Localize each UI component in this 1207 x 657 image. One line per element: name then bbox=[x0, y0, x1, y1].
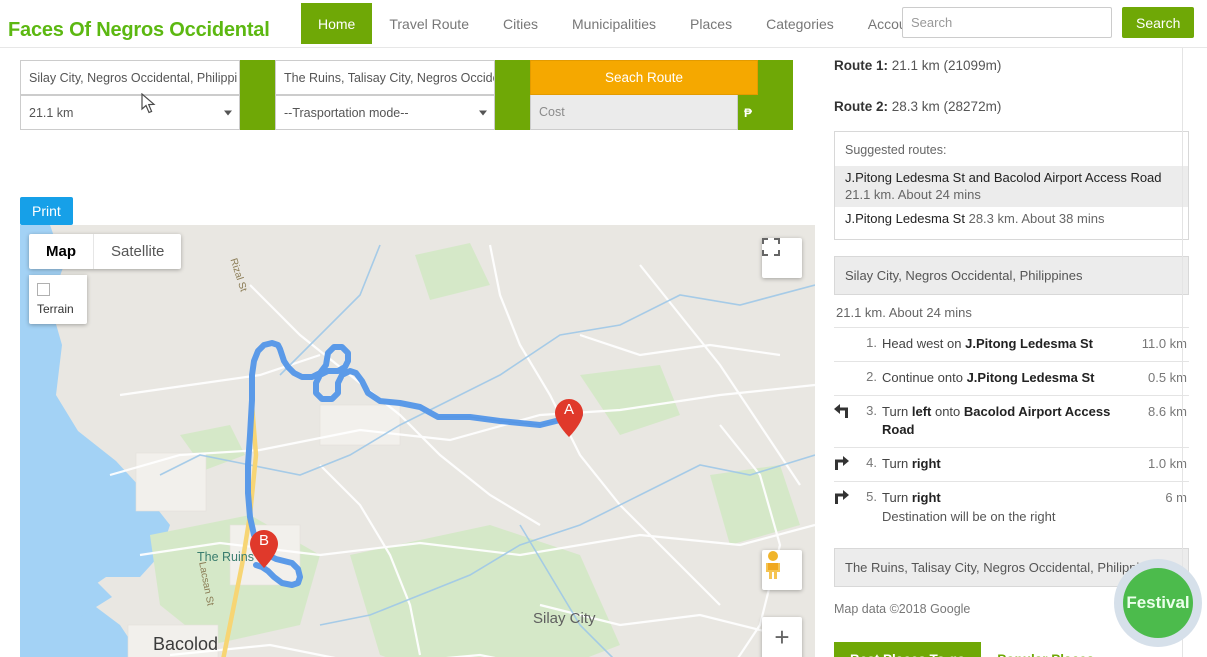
direction-step-3[interactable]: 3. Turn left onto Bacolod Airport Access… bbox=[834, 396, 1189, 449]
action-group: Seach Route ₱ bbox=[530, 60, 758, 130]
step-5-distance: 6 m bbox=[1165, 490, 1187, 506]
direction-step-2[interactable]: 2. Continue onto J.Pitong Ledesma St 0.5… bbox=[834, 362, 1189, 396]
fullscreen-button[interactable] bbox=[762, 238, 802, 278]
fullscreen-icon bbox=[762, 238, 780, 256]
step-1-text: Head west on J.Pitong Ledesma St bbox=[882, 335, 1093, 351]
step-4-number: 4. bbox=[866, 455, 877, 471]
direction-step-5[interactable]: 5. Turn right Destination will be on the … bbox=[834, 482, 1189, 534]
festival-badge-inner: Festival bbox=[1123, 568, 1193, 638]
suggested-route-2-name: J.Pitong Ledesma St bbox=[845, 210, 965, 226]
map-type-map-button[interactable]: Map bbox=[29, 234, 93, 269]
destination-group: The Ruins, Talisay City, Negros Occide -… bbox=[275, 60, 495, 130]
bottom-tabs: Best Places To go Popular Places bbox=[834, 641, 1189, 657]
top-navbar: Faces Of Negros Occidental Home Travel R… bbox=[0, 0, 1207, 48]
form-divider-1 bbox=[240, 60, 275, 130]
origin-distance-value: 21.1 km bbox=[29, 105, 74, 120]
route-summary-line: 21.1 km. About 24 mins bbox=[836, 304, 972, 320]
direction-step-1[interactable]: 1. Head west on J.Pitong Ledesma St 11.0… bbox=[834, 328, 1189, 362]
direction-step-4[interactable]: 4. Turn right 1.0 km bbox=[834, 448, 1189, 483]
nav-item-travel-route[interactable]: Travel Route bbox=[372, 3, 486, 44]
pegman-icon bbox=[766, 551, 780, 579]
nav-item-home[interactable]: Home bbox=[301, 3, 373, 44]
origin-distance-select[interactable]: 21.1 km bbox=[20, 95, 240, 130]
origin-input[interactable]: Silay City, Negros Occidental, Philippi bbox=[20, 60, 240, 95]
step-2-text: Continue onto J.Pitong Ledesma St bbox=[882, 369, 1095, 385]
step-1-distance: 11.0 km bbox=[1141, 335, 1187, 351]
nav-item-municipalities[interactable]: Municipalities bbox=[555, 3, 673, 44]
step-2-number: 2. bbox=[866, 368, 877, 384]
step-5-text: Turn right Destination will be on the rig… bbox=[882, 489, 1165, 527]
origin-address-box: Silay City, Negros Occidental, Philippin… bbox=[834, 255, 1189, 295]
map-canvas[interactable]: Silay City Talisay City Bacolod The Ruin… bbox=[20, 225, 815, 657]
form-divider-2 bbox=[495, 60, 530, 130]
nav-item-places[interactable]: Places bbox=[673, 3, 749, 44]
nav-item-categories[interactable]: Categories bbox=[749, 3, 851, 44]
step-3-number: 3. bbox=[866, 402, 877, 418]
chevron-down-icon bbox=[224, 110, 232, 115]
nav-item-cities[interactable]: Cities bbox=[486, 3, 555, 44]
form-divider-3 bbox=[758, 60, 793, 130]
step-icon-placeholder bbox=[834, 369, 860, 370]
print-button[interactable]: Print bbox=[20, 197, 73, 225]
left-column: Silay City, Negros Occidental, Philippi … bbox=[0, 48, 820, 657]
transport-mode-value: --Trasportation mode-- bbox=[284, 105, 409, 120]
map-type-control: Map Satellite bbox=[29, 234, 182, 269]
mouse-cursor bbox=[141, 93, 156, 114]
directions-steps-list: 1. Head west on J.Pitong Ledesma St 11.0… bbox=[834, 326, 1189, 534]
step-4-text: Turn right bbox=[882, 456, 941, 472]
street-view-pegman[interactable] bbox=[762, 550, 802, 590]
search-route-button[interactable]: Seach Route bbox=[530, 60, 758, 95]
turn-right-icon bbox=[834, 455, 860, 473]
suggested-route-item-1[interactable]: J.Pitong Ledesma St and Bacolod Airport … bbox=[835, 166, 1188, 207]
destination-input[interactable]: The Ruins, Talisay City, Negros Occide bbox=[275, 60, 495, 95]
cost-input[interactable] bbox=[530, 95, 738, 130]
route-search-form: Silay City, Negros Occidental, Philippi … bbox=[20, 60, 793, 130]
chevron-down-icon bbox=[479, 110, 487, 115]
step-icon-placeholder bbox=[834, 335, 860, 336]
route-1-label: Route 1: bbox=[834, 58, 888, 73]
suggested-routes-box: Suggested routes: J.Pitong Ledesma St an… bbox=[834, 131, 1189, 240]
terrain-checkbox[interactable] bbox=[37, 283, 50, 296]
suggested-route-item-2[interactable]: J.Pitong Ledesma St 28.3 km. About 38 mi… bbox=[835, 207, 1188, 230]
route-1-value: 21.1 km (21099m) bbox=[891, 58, 1002, 73]
search-input[interactable] bbox=[902, 7, 1112, 38]
route-1-summary: Route 1: 21.1 km (21099m) bbox=[834, 58, 1189, 73]
map-type-satellite-button[interactable]: Satellite bbox=[93, 234, 181, 269]
header-search: Search bbox=[902, 7, 1195, 38]
turn-right-icon bbox=[834, 489, 860, 507]
step-1-number: 1. bbox=[866, 334, 877, 350]
step-5-subtext: Destination will be on the right bbox=[882, 508, 1056, 524]
cost-row: ₱ bbox=[530, 95, 758, 130]
route-2-value: 28.3 km (28272m) bbox=[891, 99, 1002, 114]
festival-badge-label: Festival bbox=[1126, 593, 1190, 612]
suggested-route-2-detail: 28.3 km. About 38 mins bbox=[968, 210, 1105, 226]
step-5-number: 5. bbox=[866, 489, 877, 505]
origin-group: Silay City, Negros Occidental, Philippi … bbox=[20, 60, 240, 130]
zoom-control: + − bbox=[762, 617, 802, 657]
search-button[interactable]: Search bbox=[1122, 7, 1195, 38]
page-root: Faces Of Negros Occidental Home Travel R… bbox=[0, 0, 1207, 657]
tab-best-places-to-go[interactable]: Best Places To go bbox=[834, 641, 982, 657]
peso-currency-icon: ₱ bbox=[738, 95, 758, 130]
transport-mode-select[interactable]: --Trasportation mode-- bbox=[275, 95, 495, 130]
map-tiles bbox=[20, 225, 815, 657]
suggested-route-1-name: J.Pitong Ledesma St and Bacolod Airport … bbox=[845, 170, 1162, 185]
turn-left-icon bbox=[834, 403, 860, 421]
main-navigation: Home Travel Route Cities Municipalities … bbox=[301, 0, 935, 47]
festival-badge[interactable]: Festival bbox=[1114, 559, 1202, 647]
tab-popular-places[interactable]: Popular Places bbox=[981, 642, 1110, 657]
suggested-route-1-detail: 21.1 km. About 24 mins bbox=[845, 187, 981, 203]
suggested-routes-title: Suggested routes: bbox=[845, 143, 947, 157]
terrain-option: Terrain bbox=[29, 275, 87, 324]
site-brand[interactable]: Faces Of Negros Occidental bbox=[8, 19, 270, 42]
zoom-in-button[interactable]: + bbox=[762, 617, 802, 657]
route-2-summary: Route 2: 28.3 km (28272m) bbox=[834, 99, 1189, 114]
terrain-label: Terrain bbox=[37, 302, 74, 316]
step-3-text: Turn left onto Bacolod Airport Access Ro… bbox=[882, 403, 1111, 438]
route-2-label: Route 2: bbox=[834, 99, 888, 114]
